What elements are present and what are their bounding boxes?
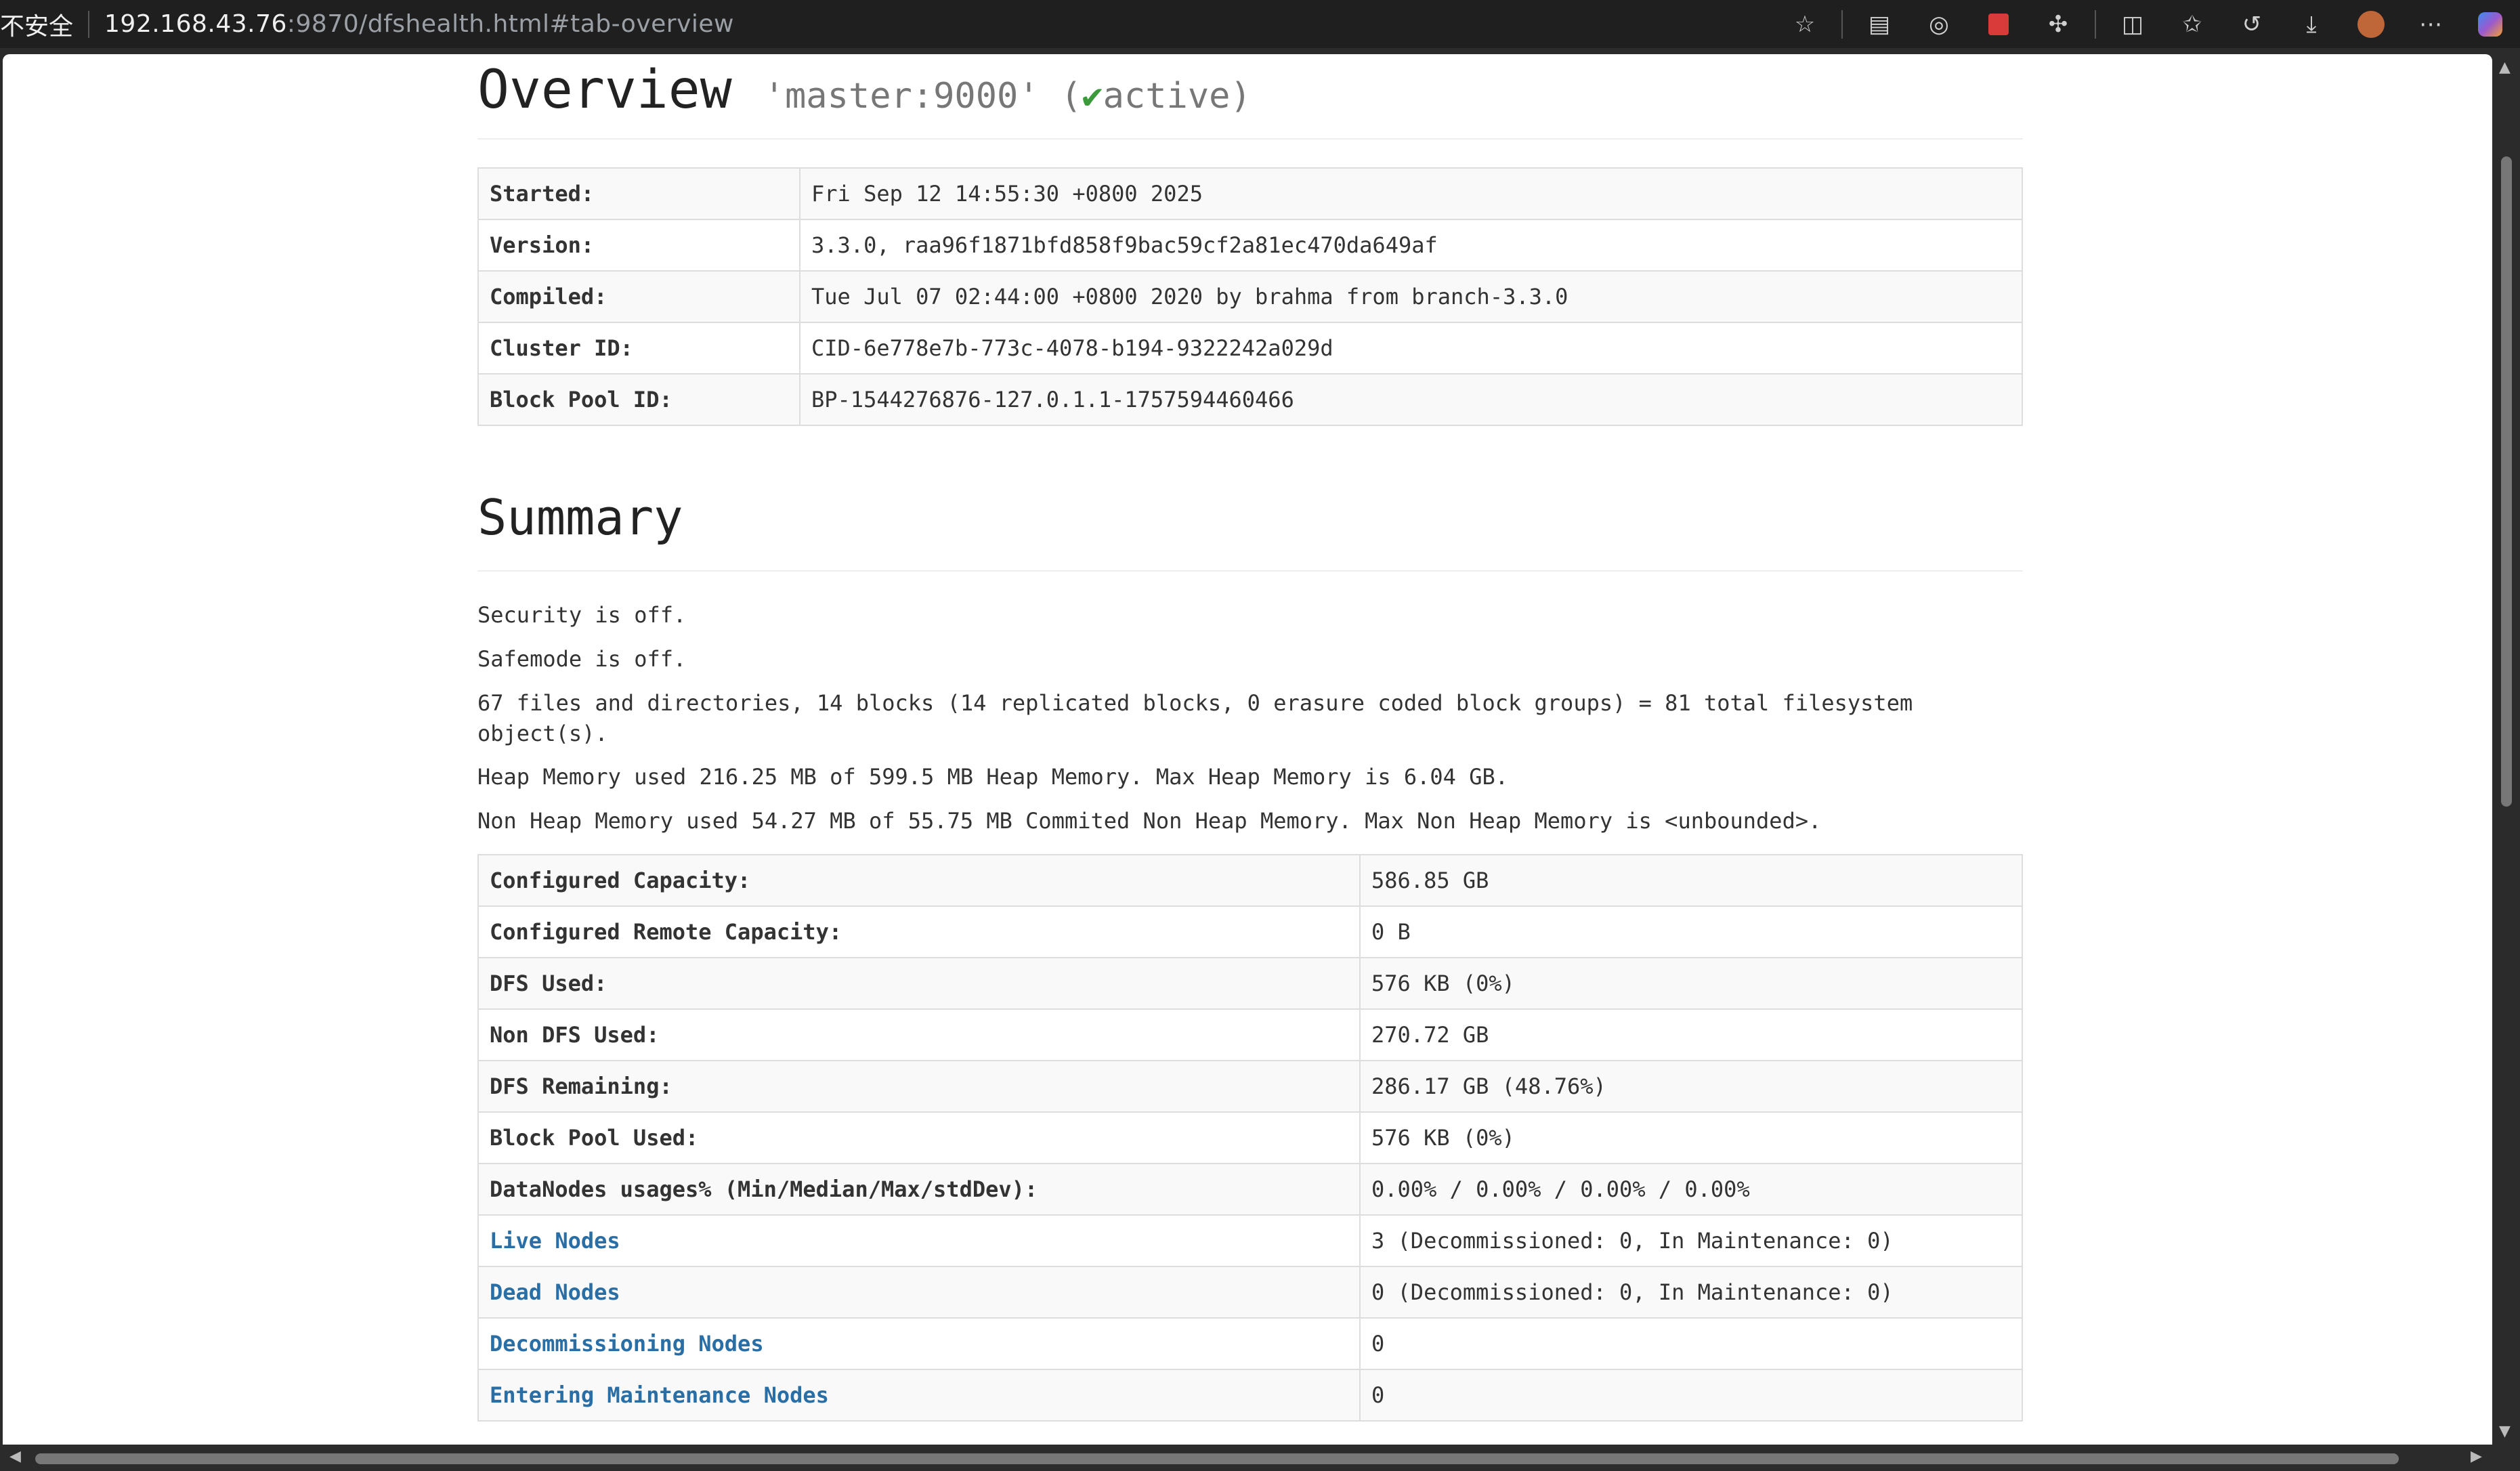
table-row: Version: 3.3.0, raa96f1871bfd858f9bac59cf… <box>477 219 2023 272</box>
row-key: DataNodes usages% (Min/Median/Max/stdDev… <box>477 1163 1361 1216</box>
star-icon[interactable]: ☆ <box>1788 7 1822 41</box>
table-row: Decommissioning Nodes 0 <box>477 1317 2023 1370</box>
row-value: 0 (Decommissioned: 0, In Maintenance: 0) <box>1359 1266 2023 1319</box>
row-key: Version: <box>477 219 800 272</box>
heap-memory: Heap Memory used 216.25 MB of 599.5 MB H… <box>477 764 1508 790</box>
check-icon: ✔ <box>1082 76 1103 116</box>
page-title: Overview 'master:9000' (✔active) <box>477 60 1252 121</box>
security-status: Security is off. <box>477 602 687 628</box>
table-row: Configured Capacity: 586.85 GB <box>477 854 2023 907</box>
table-row: DFS Used: 576 KB (0%) <box>477 957 2023 1010</box>
non-heap-memory: Non Heap Memory used 54.27 MB of 55.75 M… <box>477 808 1822 834</box>
url-host: 192.168.43.76 <box>104 10 287 38</box>
row-value: CID-6e778e7b-773c-4078-b194-9322242a029d <box>799 322 2023 375</box>
summary-divider <box>477 570 2023 572</box>
scroll-up-icon[interactable]: ▲ <box>2499 59 2511 76</box>
table-row: Block Pool Used: 576 KB (0%) <box>477 1111 2023 1164</box>
row-value: 270.72 GB <box>1359 1008 2023 1061</box>
address-bar[interactable]: 192.168.43.76:9870/dfshealth.html#tab-ov… <box>104 10 734 38</box>
horizontal-scroll-thumb[interactable] <box>35 1453 2399 1464</box>
tab-collections-icon[interactable]: ▤ <box>1862 7 1896 41</box>
row-key: Configured Remote Capacity: <box>477 905 1361 958</box>
row-key: Block Pool ID: <box>477 373 800 426</box>
row-value: 0 <box>1359 1317 2023 1370</box>
row-value: 0.00% / 0.00% / 0.00% / 0.00% <box>1359 1163 2023 1216</box>
split-screen-icon[interactable]: ◫ <box>2116 7 2150 41</box>
reading-icon[interactable]: ◎ <box>1922 7 1956 41</box>
safemode-status: Safemode is off. <box>477 646 687 672</box>
row-value: 3.3.0, raa96f1871bfd858f9bac59cf2a81ec47… <box>799 219 2023 272</box>
download-icon[interactable]: ⤓ <box>2294 7 2328 41</box>
more-icon[interactable]: ⋯ <box>2414 7 2448 41</box>
table-row: Entering Maintenance Nodes 0 <box>477 1369 2023 1422</box>
filesystem-objects: 67 files and directories, 14 blocks (14 … <box>477 690 1913 746</box>
vertical-scrollbar[interactable]: ▲ ▼ <box>2494 48 2520 1447</box>
url-path: :9870/dfshealth.html#tab-overview <box>286 10 734 38</box>
table-row: Started: Fri Sep 12 14:55:30 +0800 2025 <box>477 167 2023 220</box>
overview-heading: Overview <box>477 60 732 121</box>
row-key: Non DFS Used: <box>477 1008 1361 1061</box>
row-key: Started: <box>477 167 800 220</box>
row-value: Fri Sep 12 14:55:30 +0800 2025 <box>799 167 2023 220</box>
row-key: Configured Capacity: <box>477 854 1361 907</box>
scroll-right-icon[interactable]: ▶ <box>2471 1448 2482 1465</box>
table-row: Live Nodes 3 (Decommissioned: 0, In Maint… <box>477 1214 2023 1267</box>
row-key: Entering Maintenance Nodes <box>477 1369 1361 1422</box>
row-value: 3 (Decommissioned: 0, In Maintenance: 0) <box>1359 1214 2023 1267</box>
table-row: DFS Remaining: 286.17 GB (48.76%) <box>477 1060 2023 1113</box>
namenode-status: 'master:9000' (✔active) <box>764 76 1252 116</box>
row-key: Block Pool Used: <box>477 1111 1361 1164</box>
table-row: Configured Remote Capacity: 0 B <box>477 905 2023 958</box>
row-key: DFS Used: <box>477 957 1361 1010</box>
state-text: active) <box>1103 76 1252 116</box>
row-key: DFS Remaining: <box>477 1060 1361 1113</box>
scroll-left-icon[interactable]: ◀ <box>9 1448 21 1465</box>
row-value: Tue Jul 07 02:44:00 +0800 2020 by brahma… <box>799 270 2023 323</box>
puzzle-icon[interactable]: ✣ <box>2041 7 2075 41</box>
browser-toolbar: 不安全 192.168.43.76:9870/dfshealth.html#ta… <box>0 0 2520 48</box>
row-key: Compiled: <box>477 270 800 323</box>
vertical-scroll-thumb[interactable] <box>2501 156 2512 807</box>
table-row: Cluster ID: CID-6e778e7b-773c-4078-b194-9… <box>477 322 2023 375</box>
row-key: Cluster ID: <box>477 322 800 375</box>
live-nodes-link[interactable]: Live Nodes <box>490 1228 620 1254</box>
overview-divider <box>477 138 2023 140</box>
toolbar-divider <box>1841 9 1843 39</box>
entering-maintenance-nodes-link[interactable]: Entering Maintenance Nodes <box>490 1382 829 1408</box>
favorites-icon[interactable]: ✩ <box>2175 7 2209 41</box>
row-value: 576 KB (0%) <box>1359 1111 2023 1164</box>
row-value: 0 <box>1359 1369 2023 1422</box>
table-row: DataNodes usages% (Min/Median/Max/stdDev… <box>477 1163 2023 1216</box>
table-row: Block Pool ID: BP-1544276876-127.0.1.1-17… <box>477 373 2023 426</box>
table-row: Compiled: Tue Jul 07 02:44:00 +0800 2020 … <box>477 270 2023 323</box>
state-open-paren: ( <box>1060 76 1082 116</box>
overview-table: Started: Fri Sep 12 14:55:30 +0800 2025 V… <box>477 167 2023 426</box>
page-viewport: Overview 'master:9000' (✔active) Started… <box>3 54 2492 1445</box>
row-value: BP-1544276876-127.0.1.1-1757594460466 <box>799 373 2023 426</box>
profile-avatar[interactable] <box>2354 7 2388 41</box>
insecure-indicator[interactable]: 不安全 <box>0 7 73 42</box>
row-value: 0 B <box>1359 905 2023 958</box>
horizontal-scrollbar[interactable]: ◀ ▶ <box>0 1447 2492 1471</box>
summary-heading: Summary <box>477 489 683 546</box>
address-separator <box>88 10 90 38</box>
row-value: 286.17 GB (48.76%) <box>1359 1060 2023 1113</box>
copilot-icon[interactable] <box>2473 7 2507 41</box>
scroll-down-icon[interactable]: ▼ <box>2499 1423 2511 1440</box>
dead-nodes-link[interactable]: Dead Nodes <box>490 1279 620 1305</box>
row-key: Live Nodes <box>477 1214 1361 1267</box>
row-value: 586.85 GB <box>1359 854 2023 907</box>
row-key: Decommissioning Nodes <box>477 1317 1361 1370</box>
row-key: Dead Nodes <box>477 1266 1361 1319</box>
toolbar-divider <box>2095 9 2096 39</box>
table-row: Non DFS Used: 270.72 GB <box>477 1008 2023 1061</box>
summary-table: Configured Capacity: 586.85 GB Configured… <box>477 854 2023 1422</box>
namenode-host: 'master:9000' <box>763 76 1040 116</box>
row-value: 576 KB (0%) <box>1359 957 2023 1010</box>
toolbar-icons: ☆ ▤ ◎ ✣ ◫ ✩ ↺ ⤓ ⋯ <box>1775 0 2520 48</box>
extension-red-icon[interactable] <box>1982 7 2015 41</box>
table-row: Dead Nodes 0 (Decommissioned: 0, In Maint… <box>477 1266 2023 1319</box>
decommissioning-nodes-link[interactable]: Decommissioning Nodes <box>490 1331 764 1357</box>
history-icon[interactable]: ↺ <box>2235 7 2269 41</box>
